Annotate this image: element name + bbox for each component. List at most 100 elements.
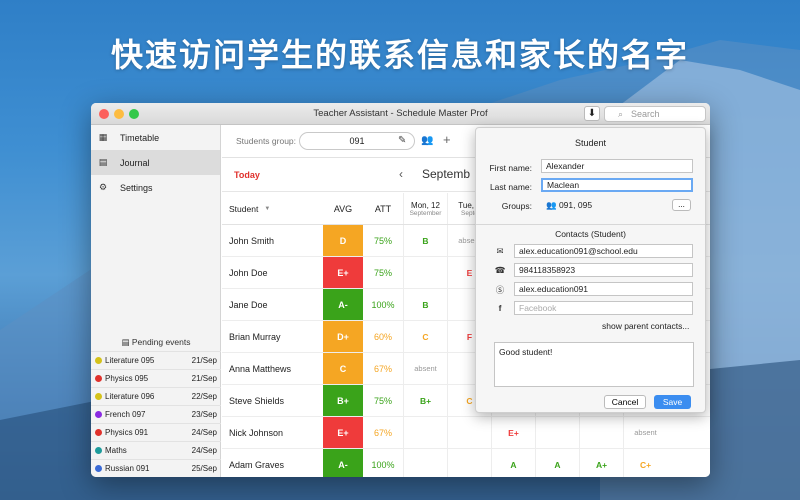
today-button[interactable]: Today — [234, 170, 260, 180]
sidebar-item-label: Timetable — [120, 132, 160, 143]
cancel-button[interactable]: Cancel — [604, 395, 646, 409]
edit-icon[interactable]: ✎ — [398, 135, 406, 146]
avg-grade: C — [323, 353, 363, 384]
grade-cell[interactable]: absent — [403, 353, 447, 384]
calendar-small-icon: ▤ — [121, 337, 130, 347]
sidebar: ▦ Timetable ▤ Journal ⚙ Settings ▤ Pendi… — [91, 125, 221, 477]
event-color-dot — [95, 357, 102, 364]
grade-cell[interactable]: B — [403, 289, 447, 320]
pending-event[interactable]: Russian 091 25/Sep — [91, 459, 221, 477]
more-groups-button[interactable]: ... — [672, 199, 691, 211]
download-icon[interactable]: ⬇ — [584, 106, 600, 121]
groups-label: Groups: — [501, 201, 532, 211]
grade-cell[interactable] — [403, 449, 447, 477]
grade-cell[interactable]: C — [403, 321, 447, 352]
grade-cell[interactable]: B — [403, 225, 447, 256]
skype-icon: Ⓢ — [495, 285, 505, 295]
grade-cell[interactable]: E+ — [491, 417, 535, 448]
search-icon: ⌕ — [618, 109, 624, 119]
attendance: 60% — [373, 331, 392, 342]
notes-textarea[interactable]: Good student! — [494, 342, 694, 387]
student-name: John Doe — [229, 267, 268, 278]
grade-cell[interactable] — [447, 417, 491, 448]
avg-grade: E+ — [323, 417, 363, 448]
add-icon[interactable]: + — [443, 132, 451, 147]
gear-icon: ⚙ — [98, 182, 108, 192]
attendance: 67% — [373, 363, 392, 374]
table-row[interactable]: Adam Graves A- 100% A A A+ C+ — [222, 449, 710, 477]
last-name-field[interactable]: Maclean — [541, 178, 693, 192]
pending-event[interactable]: Maths 24/Sep — [91, 441, 221, 459]
search-input[interactable]: ⌕ Search — [604, 106, 706, 122]
table-row[interactable]: Nick Johnson E+ 67% E+ absent — [222, 417, 710, 449]
sidebar-item-settings[interactable]: ⚙ Settings — [91, 175, 220, 200]
pending-event[interactable]: Physics 095 21/Sep — [91, 369, 221, 387]
event-color-dot — [95, 447, 102, 454]
grade-cell[interactable] — [447, 449, 491, 477]
pending-event[interactable]: French 097 23/Sep — [91, 405, 221, 423]
contacts-title: Contacts (Student) — [555, 229, 626, 239]
show-parent-contacts-link[interactable]: show parent contacts... — [602, 321, 689, 331]
sidebar-item-label: Journal — [120, 157, 150, 168]
people-icon[interactable]: 👥 — [421, 135, 433, 146]
skype-field[interactable]: alex.education091 — [514, 282, 693, 296]
pending-event[interactable]: Physics 091 24/Sep — [91, 423, 221, 441]
event-color-dot — [95, 375, 102, 382]
sidebar-item-timetable[interactable]: ▦ Timetable — [91, 125, 220, 150]
pending-event[interactable]: Literature 095 21/Sep — [91, 351, 221, 369]
grade-cell[interactable] — [403, 257, 447, 288]
facebook-field[interactable]: Facebook — [514, 301, 693, 315]
students-group-label: Students group: — [236, 136, 297, 146]
avg-grade: D+ — [323, 321, 363, 352]
first-name-field[interactable]: Alexander — [541, 159, 693, 173]
avg-grade: A- — [323, 289, 363, 320]
grade-cell[interactable]: A — [535, 449, 579, 477]
attendance: 75% — [373, 267, 392, 278]
event-color-dot — [95, 393, 102, 400]
grade-cell[interactable]: C+ — [623, 449, 667, 477]
attendance: 75% — [373, 395, 392, 406]
att-column-header: ATT — [374, 203, 392, 214]
facebook-icon: f — [498, 303, 502, 313]
pending-events-title: ▤ Pending events — [121, 337, 191, 347]
event-color-dot — [95, 411, 102, 418]
chevron-left-icon[interactable]: ‹ — [399, 167, 403, 181]
first-name-label: First name: — [489, 163, 532, 173]
grade-cell[interactable] — [403, 417, 447, 448]
email-field[interactable]: alex.education091@school.edu — [514, 244, 693, 258]
student-column-header[interactable]: Student ▼ — [222, 193, 323, 224]
grade-cell[interactable] — [579, 417, 623, 448]
month-title: Septemb — [422, 167, 471, 181]
phone-field[interactable]: 984118358923 — [514, 263, 693, 277]
grade-cell[interactable]: B+ — [403, 385, 447, 416]
avg-grade: D — [323, 225, 363, 256]
avg-grade: A- — [323, 449, 363, 477]
grade-cell[interactable]: A — [491, 449, 535, 477]
student-name: Jane Doe — [229, 299, 268, 310]
student-name: Brian Murray — [229, 331, 281, 342]
grid-icon: ▤ — [98, 157, 108, 167]
avg-grade: E+ — [323, 257, 363, 288]
phone-icon: ☎ — [494, 265, 506, 275]
attendance: 75% — [373, 235, 392, 246]
grade-cell[interactable] — [535, 417, 579, 448]
student-name: Steve Shields — [229, 395, 285, 406]
sidebar-item-label: Settings — [120, 182, 153, 193]
search-placeholder: Search — [631, 109, 660, 119]
avg-grade: B+ — [323, 385, 363, 416]
groups-value: 👥 091, 095 — [546, 200, 593, 210]
save-button[interactable]: Save — [654, 395, 691, 409]
student-name: Adam Graves — [229, 459, 285, 470]
calendar-icon: ▦ — [98, 132, 108, 142]
event-color-dot — [95, 429, 102, 436]
mail-icon: ✉ — [496, 246, 504, 256]
sidebar-item-journal[interactable]: ▤ Journal — [91, 150, 220, 175]
pending-event[interactable]: Literature 096 22/Sep — [91, 387, 221, 405]
divider — [476, 224, 705, 225]
student-name: John Smith — [229, 235, 275, 246]
student-name: Nick Johnson — [229, 427, 284, 438]
day-column-header: Mon, 12 September — [403, 193, 447, 224]
popover-title: Student — [574, 138, 607, 148]
grade-cell[interactable]: A+ — [579, 449, 623, 477]
grade-cell[interactable]: absent — [623, 417, 667, 448]
